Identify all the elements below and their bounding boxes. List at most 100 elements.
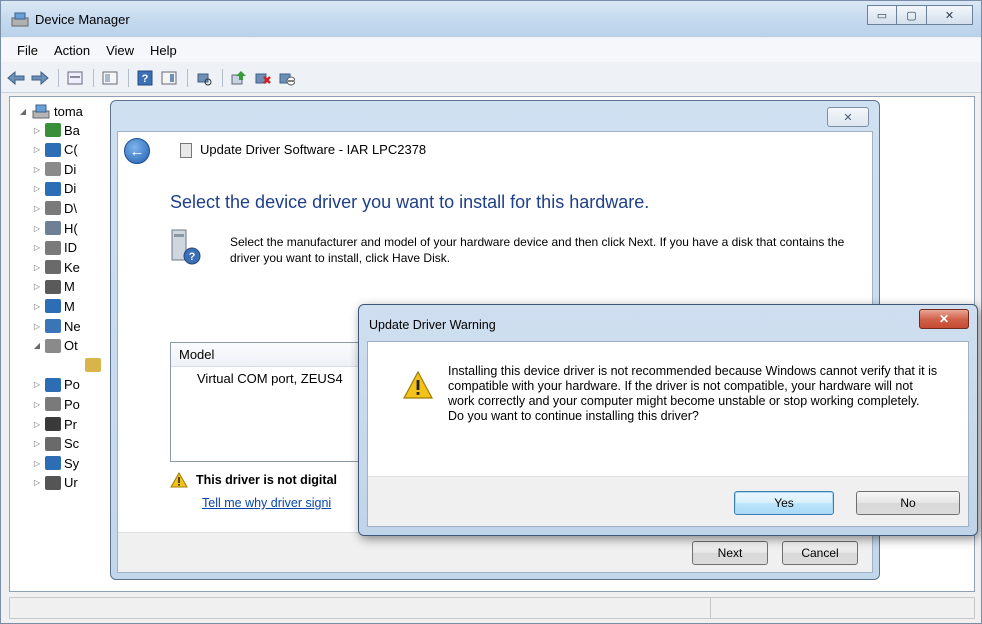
- computer-icon: [32, 104, 50, 119]
- tree-item-label: C(: [64, 142, 78, 158]
- tree-item[interactable]: ▷ Ba: [32, 121, 80, 139]
- warning-icon: [170, 472, 188, 488]
- cancel-button[interactable]: Cancel: [782, 541, 858, 565]
- close-button[interactable]: ✕: [927, 5, 973, 25]
- menu-view[interactable]: View: [98, 43, 142, 58]
- tree-item[interactable]: ▷ Pr: [32, 415, 77, 433]
- toolbar-separator: [222, 68, 223, 87]
- expander-icon[interactable]: ▷: [32, 243, 42, 252]
- disable-icon[interactable]: [276, 68, 298, 88]
- warning-text: This driver is not digital: [196, 473, 337, 487]
- mouse-icon: [45, 279, 61, 294]
- model-list-item[interactable]: Virtual COM port, ZEUS4: [171, 367, 389, 386]
- collapse-icon[interactable]: ◢: [18, 107, 28, 116]
- update-driver-icon[interactable]: [228, 68, 250, 88]
- expander-icon[interactable]: ▷: [32, 184, 42, 193]
- expander-icon[interactable]: ▷: [32, 145, 42, 154]
- tree-item[interactable]: ▷ Ur: [32, 474, 78, 492]
- forward-icon[interactable]: [29, 68, 51, 88]
- tree-item-label: Ot: [64, 338, 78, 354]
- tree-item-label: Ke: [64, 259, 80, 275]
- model-list[interactable]: Model Virtual COM port, ZEUS4: [170, 342, 390, 462]
- tree-item[interactable]: ▷ Sc: [32, 435, 79, 453]
- tree-item[interactable]: ◢ Ot: [32, 337, 78, 355]
- uninstall-icon[interactable]: [252, 68, 274, 88]
- tree-item[interactable]: ▷ M: [32, 278, 75, 296]
- tree-item[interactable]: ▷ D\: [32, 199, 77, 217]
- tree-item[interactable]: ▷ Ne: [32, 317, 81, 335]
- tree-item[interactable]: ▷ C(: [32, 141, 78, 159]
- tree-item[interactable]: ▷ Sy: [32, 454, 79, 472]
- tree-item-label: Ne: [64, 318, 81, 334]
- sound-icon: [45, 436, 61, 451]
- unsigned-driver-warning: This driver is not digital: [170, 472, 337, 488]
- title-bar[interactable]: Device Manager ▭ ▢ ✕: [1, 1, 981, 37]
- tree-item[interactable]: ▷ H(: [32, 219, 78, 237]
- model-column-header[interactable]: Model: [171, 343, 389, 367]
- tree-item-label: Di: [64, 161, 77, 177]
- ports-icon: [45, 397, 61, 412]
- no-button[interactable]: No: [856, 491, 960, 515]
- expander-icon[interactable]: ▷: [32, 478, 42, 487]
- expander-icon[interactable]: ▷: [32, 439, 42, 448]
- yes-button[interactable]: Yes: [734, 491, 834, 515]
- scan-hardware-icon[interactable]: [193, 68, 215, 88]
- expander-icon[interactable]: ▷: [32, 224, 42, 233]
- expander-icon[interactable]: ◢: [32, 341, 42, 350]
- menu-help[interactable]: Help: [142, 43, 185, 58]
- dialog-title: Update Driver Warning: [369, 318, 496, 332]
- tree-item-label: ID: [64, 240, 77, 256]
- usb-controller-icon: [45, 475, 61, 490]
- toolbar-separator: [58, 68, 59, 87]
- system-devices-icon: [45, 456, 61, 471]
- ide-controller-icon: [45, 240, 61, 255]
- tree-item[interactable]: ▷ Di: [32, 180, 76, 198]
- dialog-close-button[interactable]: ✕: [919, 309, 969, 329]
- tree-item[interactable]: [72, 356, 104, 374]
- toolbar-separator: [128, 68, 129, 87]
- expander-icon[interactable]: ▷: [32, 282, 42, 291]
- back-icon[interactable]: [5, 68, 27, 88]
- network-adapter-icon: [45, 319, 61, 333]
- properties-icon[interactable]: [64, 68, 86, 88]
- expander-icon[interactable]: ▷: [32, 400, 42, 409]
- next-button[interactable]: Next: [692, 541, 768, 565]
- svg-text:?: ?: [189, 251, 196, 263]
- console-tree-icon[interactable]: [99, 68, 121, 88]
- tree-item[interactable]: ▷ ID: [32, 239, 77, 257]
- expander-icon[interactable]: ▷: [32, 165, 42, 174]
- expander-icon[interactable]: ▷: [32, 204, 42, 213]
- expander-icon[interactable]: ▷: [32, 459, 42, 468]
- maximize-button[interactable]: ▢: [897, 5, 927, 25]
- expander-icon[interactable]: ▷: [32, 420, 42, 429]
- back-arrow-icon[interactable]: ←: [124, 138, 150, 164]
- tree-item-label: Di: [64, 181, 77, 197]
- minimize-button[interactable]: ▭: [867, 5, 897, 25]
- tree-item[interactable]: ▷ Po: [32, 395, 80, 413]
- wizard-close-button[interactable]: ✕: [827, 107, 869, 127]
- wizard-footer: Next Cancel: [118, 532, 872, 572]
- tree-item[interactable]: ▷ Po: [32, 376, 80, 394]
- expander-icon[interactable]: ▷: [32, 263, 42, 272]
- dvd-drive-icon: [45, 201, 61, 216]
- hardware-disk-icon: ?: [171, 229, 201, 265]
- display-adapter-icon: [45, 181, 61, 196]
- expander-icon[interactable]: ▷: [32, 126, 42, 135]
- tree-item[interactable]: ▷ Ke: [32, 258, 80, 276]
- disk-drive-icon: [45, 162, 61, 177]
- wizard-title: Update Driver Software - IAR LPC2378: [200, 142, 427, 157]
- menu-action[interactable]: Action: [46, 43, 98, 58]
- tree-item[interactable]: ▷ M: [32, 297, 75, 315]
- unknown-device-icon: [85, 358, 101, 373]
- show-hide-icon[interactable]: [158, 68, 180, 88]
- tree-root-node[interactable]: ◢ toma: [18, 103, 83, 119]
- expander-icon[interactable]: ▷: [32, 302, 42, 311]
- tree-item-label: Ba: [64, 122, 80, 138]
- expander-icon[interactable]: ▷: [32, 322, 42, 331]
- help-icon[interactable]: ?: [134, 68, 156, 88]
- other-devices-icon: [45, 338, 61, 353]
- expander-icon[interactable]: ▷: [32, 380, 42, 389]
- driver-signing-link[interactable]: Tell me why driver signi: [202, 496, 331, 510]
- menu-file[interactable]: File: [9, 43, 46, 58]
- tree-item[interactable]: ▷ Di: [32, 160, 76, 178]
